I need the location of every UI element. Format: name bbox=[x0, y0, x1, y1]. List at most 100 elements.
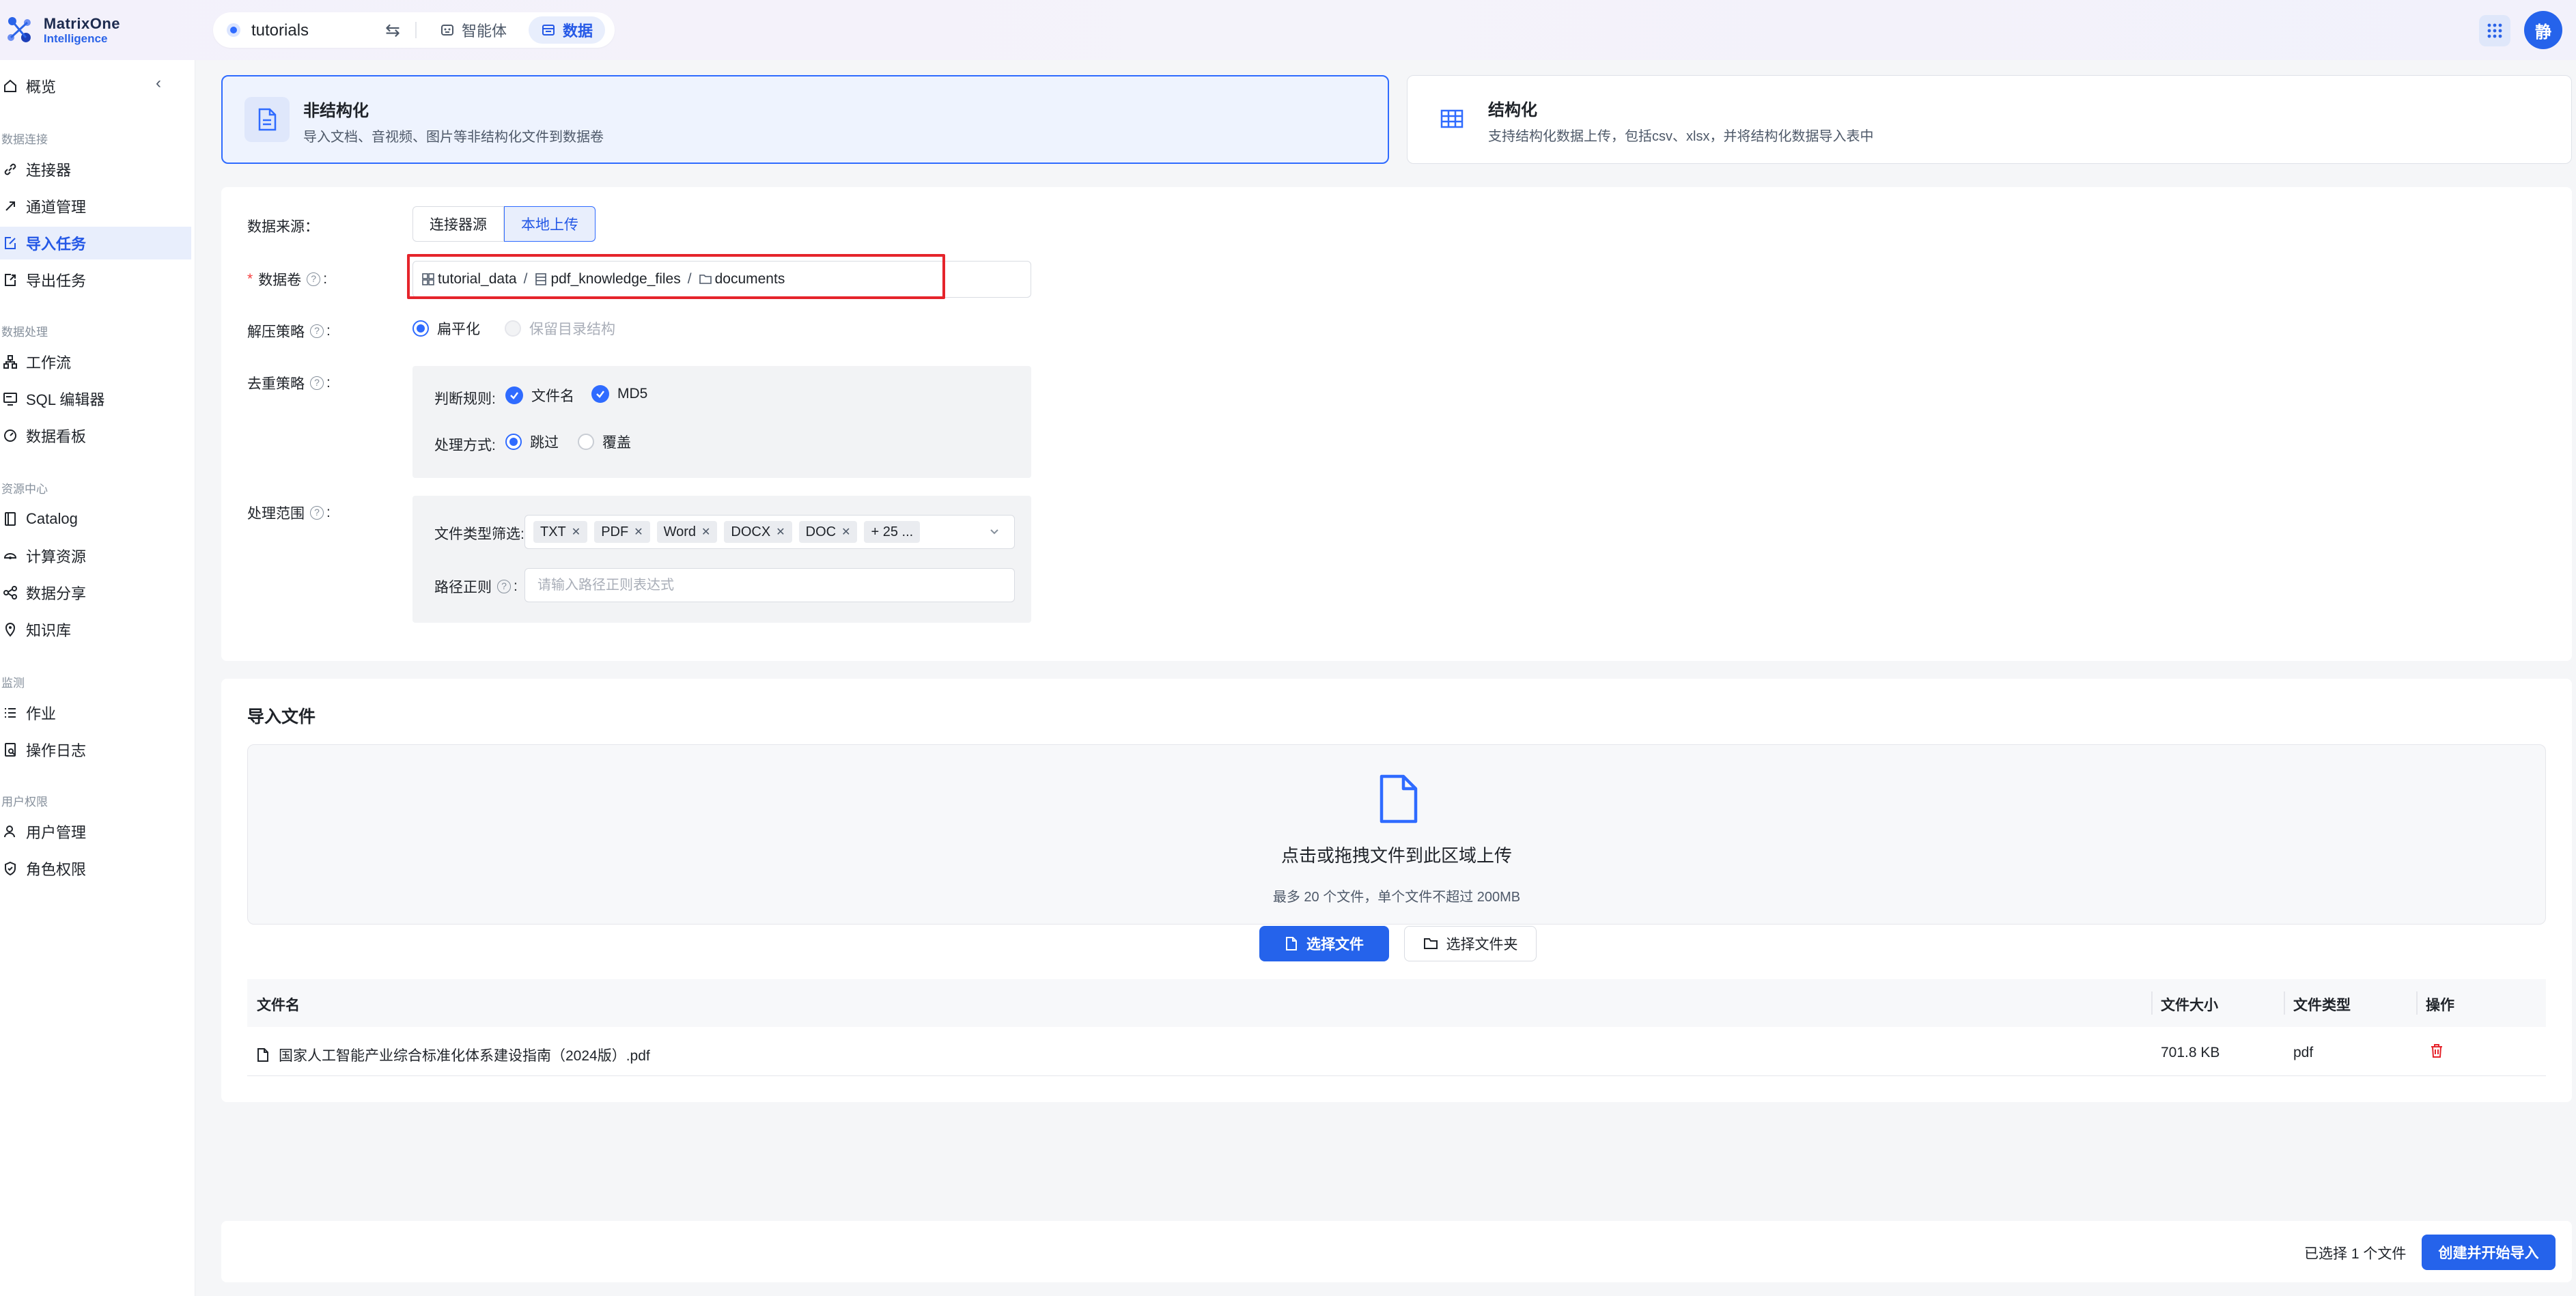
sidebar-item-channels[interactable]: 通道管理 bbox=[0, 190, 191, 223]
data-icon bbox=[542, 25, 555, 36]
footer-action-bar: 已选择 1 个文件 创建并开始导入 bbox=[221, 1221, 2572, 1282]
select-folder-button[interactable]: 选择文件夹 bbox=[1404, 926, 1537, 961]
card-title: 非结构化 bbox=[303, 102, 369, 120]
volume-label: * 数据卷 ? : bbox=[247, 271, 328, 288]
unstructured-type-card[interactable]: 非结构化 导入文档、音视频、图片等非结构化文件到数据卷 bbox=[221, 75, 1389, 164]
sidebar-item-label: 导出任务 bbox=[26, 272, 87, 290]
document-icon bbox=[258, 108, 277, 131]
collapse-sidebar-icon[interactable]: ‹ bbox=[156, 74, 161, 93]
workspace-switcher: tutorials ⇆ 智能体 数据 bbox=[213, 12, 615, 48]
dedup-strategy-label: 去重策略 ? : bbox=[247, 375, 331, 392]
chevron-down-icon bbox=[990, 529, 998, 535]
trash-icon bbox=[2431, 1044, 2442, 1058]
sidebar-item-sql-editor[interactable]: SQL 编辑器 bbox=[0, 382, 191, 415]
sidebar-item-label: 角色权限 bbox=[26, 861, 87, 878]
tab-agent-label: 智能体 bbox=[462, 23, 507, 40]
create-and-start-import-button[interactable]: 创建并开始导入 bbox=[2422, 1235, 2556, 1270]
import-icon bbox=[5, 237, 16, 249]
workspace-name[interactable]: tutorials bbox=[251, 21, 309, 40]
apps-menu-button[interactable] bbox=[2479, 15, 2510, 46]
channel-icon bbox=[5, 201, 15, 211]
volume-path-selector[interactable]: tutorial_data / pdf_knowledge_files / do… bbox=[412, 261, 1031, 298]
help-icon[interactable]: ? bbox=[310, 376, 324, 390]
remove-tag-icon[interactable]: ✕ bbox=[841, 525, 850, 539]
sidebar-item-import-tasks[interactable]: 导入任务 bbox=[0, 227, 191, 259]
brand-subname: Intelligence bbox=[43, 31, 108, 45]
checkbox-md5[interactable]: MD5 bbox=[591, 385, 647, 403]
file-type-tag: Word ✕ bbox=[656, 521, 718, 543]
column-header-filename: 文件名 bbox=[257, 998, 300, 1013]
home-icon bbox=[4, 79, 16, 92]
structured-type-card[interactable]: 结构化 支持结构化数据上传，包括csv、xlsx，并将结构化数据导入表中 bbox=[1407, 75, 2572, 164]
link-icon bbox=[4, 163, 16, 175]
data-source-segmented: 连接器源 本地上传 bbox=[412, 206, 596, 242]
checkbox-checked-icon bbox=[591, 385, 609, 403]
help-icon[interactable]: ? bbox=[310, 324, 324, 338]
sidebar-group-title: 数据处理 bbox=[1, 326, 48, 339]
file-type-tag: DOC ✕ bbox=[798, 521, 858, 543]
sidebar-item-knowledge-base[interactable]: 知识库 bbox=[0, 613, 191, 646]
file-type-filter-label: 文件类型筛选: bbox=[434, 526, 524, 542]
tab-agent[interactable]: 智能体 bbox=[428, 16, 519, 44]
help-icon[interactable]: ? bbox=[310, 506, 324, 520]
radio-flatten-label: 扁平化 bbox=[437, 322, 480, 337]
sidebar-item-label: 计算资源 bbox=[26, 548, 87, 565]
remove-tag-icon[interactable]: ✕ bbox=[776, 525, 785, 539]
source-local-upload-button[interactable]: 本地上传 bbox=[504, 206, 596, 242]
user-avatar[interactable]: 静 bbox=[2524, 11, 2562, 49]
file-type-tag: TXT ✕ bbox=[533, 521, 588, 543]
checkbox-filename[interactable]: 文件名 bbox=[505, 385, 574, 406]
sidebar-item-export-tasks[interactable]: 导出任务 bbox=[0, 264, 191, 296]
sidebar-item-label: 导入任务 bbox=[26, 236, 87, 253]
sidebar-item-overview[interactable]: 概览 bbox=[0, 70, 191, 102]
tab-data-label: 数据 bbox=[563, 23, 593, 40]
log-icon bbox=[5, 743, 16, 757]
volume-icon bbox=[535, 273, 547, 285]
radio-keep-structure[interactable] bbox=[505, 320, 521, 337]
switch-workspace-icon[interactable]: ⇆ bbox=[385, 20, 400, 41]
remove-tag-icon[interactable]: ✕ bbox=[701, 525, 710, 539]
dedup-settings-panel: 判断规则: 文件名 MD5 处理方式: 跳过 覆盖 bbox=[412, 366, 1031, 478]
sidebar-item-label: 数据分享 bbox=[26, 585, 87, 602]
sidebar-item-data-share[interactable]: 数据分享 bbox=[0, 576, 191, 609]
help-icon[interactable]: ? bbox=[497, 580, 511, 593]
sidebar: 概览 ‹ 数据连接 连接器 通道管理 导入任务 导出任务 数据处理 工作流 SQ… bbox=[0, 60, 195, 1296]
card-description: 支持结构化数据上传，包括csv、xlsx，并将结构化数据导入表中 bbox=[1488, 129, 1874, 144]
unzip-strategy-label: 解压策略 ? : bbox=[247, 323, 331, 340]
select-files-button[interactable]: 选择文件 bbox=[1259, 926, 1389, 961]
radio-flatten[interactable] bbox=[412, 320, 429, 337]
file-icon bbox=[257, 1048, 268, 1062]
sidebar-item-catalog[interactable]: Catalog bbox=[0, 503, 191, 535]
sidebar-item-user-management[interactable]: 用户管理 bbox=[0, 815, 191, 848]
column-header-size: 文件大小 bbox=[2161, 998, 2218, 1013]
source-connector-button[interactable]: 连接器源 bbox=[412, 206, 504, 242]
shield-icon bbox=[5, 861, 16, 876]
file-type-tag: DOCX ✕ bbox=[724, 521, 792, 543]
sidebar-item-dashboard[interactable]: 数据看板 bbox=[0, 419, 191, 452]
remove-tag-icon[interactable]: ✕ bbox=[634, 525, 643, 539]
sidebar-item-compute[interactable]: 计算资源 bbox=[0, 539, 191, 572]
delete-file-button[interactable] bbox=[2430, 1043, 2453, 1058]
sidebar-item-role-permissions[interactable]: 角色权限 bbox=[0, 852, 191, 885]
sidebar-item-workflow[interactable]: 工作流 bbox=[0, 346, 191, 378]
file-type-select[interactable]: TXT ✕ PDF ✕ Word ✕ DOCX ✕ DOC ✕ + 25 ... bbox=[524, 515, 1015, 549]
sidebar-item-label: 数据看板 bbox=[26, 428, 87, 445]
radio-overwrite[interactable]: 覆盖 bbox=[578, 432, 631, 452]
app-logo[interactable]: MatrixOne Intelligence bbox=[4, 10, 120, 51]
sidebar-item-jobs[interactable]: 作业 bbox=[0, 696, 191, 729]
sidebar-item-operation-log[interactable]: 操作日志 bbox=[0, 733, 191, 766]
upload-dropzone[interactable]: 点击或拖拽文件到此区域上传 最多 20 个文件，单个文件不超过 200MB bbox=[247, 744, 2546, 925]
sidebar-item-label: 工作流 bbox=[26, 354, 72, 371]
path-segment-folder: documents bbox=[714, 271, 785, 287]
more-tags-badge[interactable]: + 25 ... bbox=[864, 521, 921, 543]
sidebar-item-connectors[interactable]: 连接器 bbox=[0, 153, 191, 186]
file-icon bbox=[1286, 937, 1297, 950]
help-icon[interactable]: ? bbox=[307, 272, 321, 286]
grid-icon bbox=[2487, 23, 2502, 38]
remove-tag-icon[interactable]: ✕ bbox=[572, 525, 580, 539]
radio-skip[interactable]: 跳过 bbox=[505, 432, 559, 452]
tab-data[interactable]: 数据 bbox=[529, 16, 606, 44]
path-regex-input[interactable] bbox=[524, 568, 1015, 602]
column-header-actions: 操作 bbox=[2426, 998, 2454, 1013]
compute-icon bbox=[3, 553, 17, 559]
